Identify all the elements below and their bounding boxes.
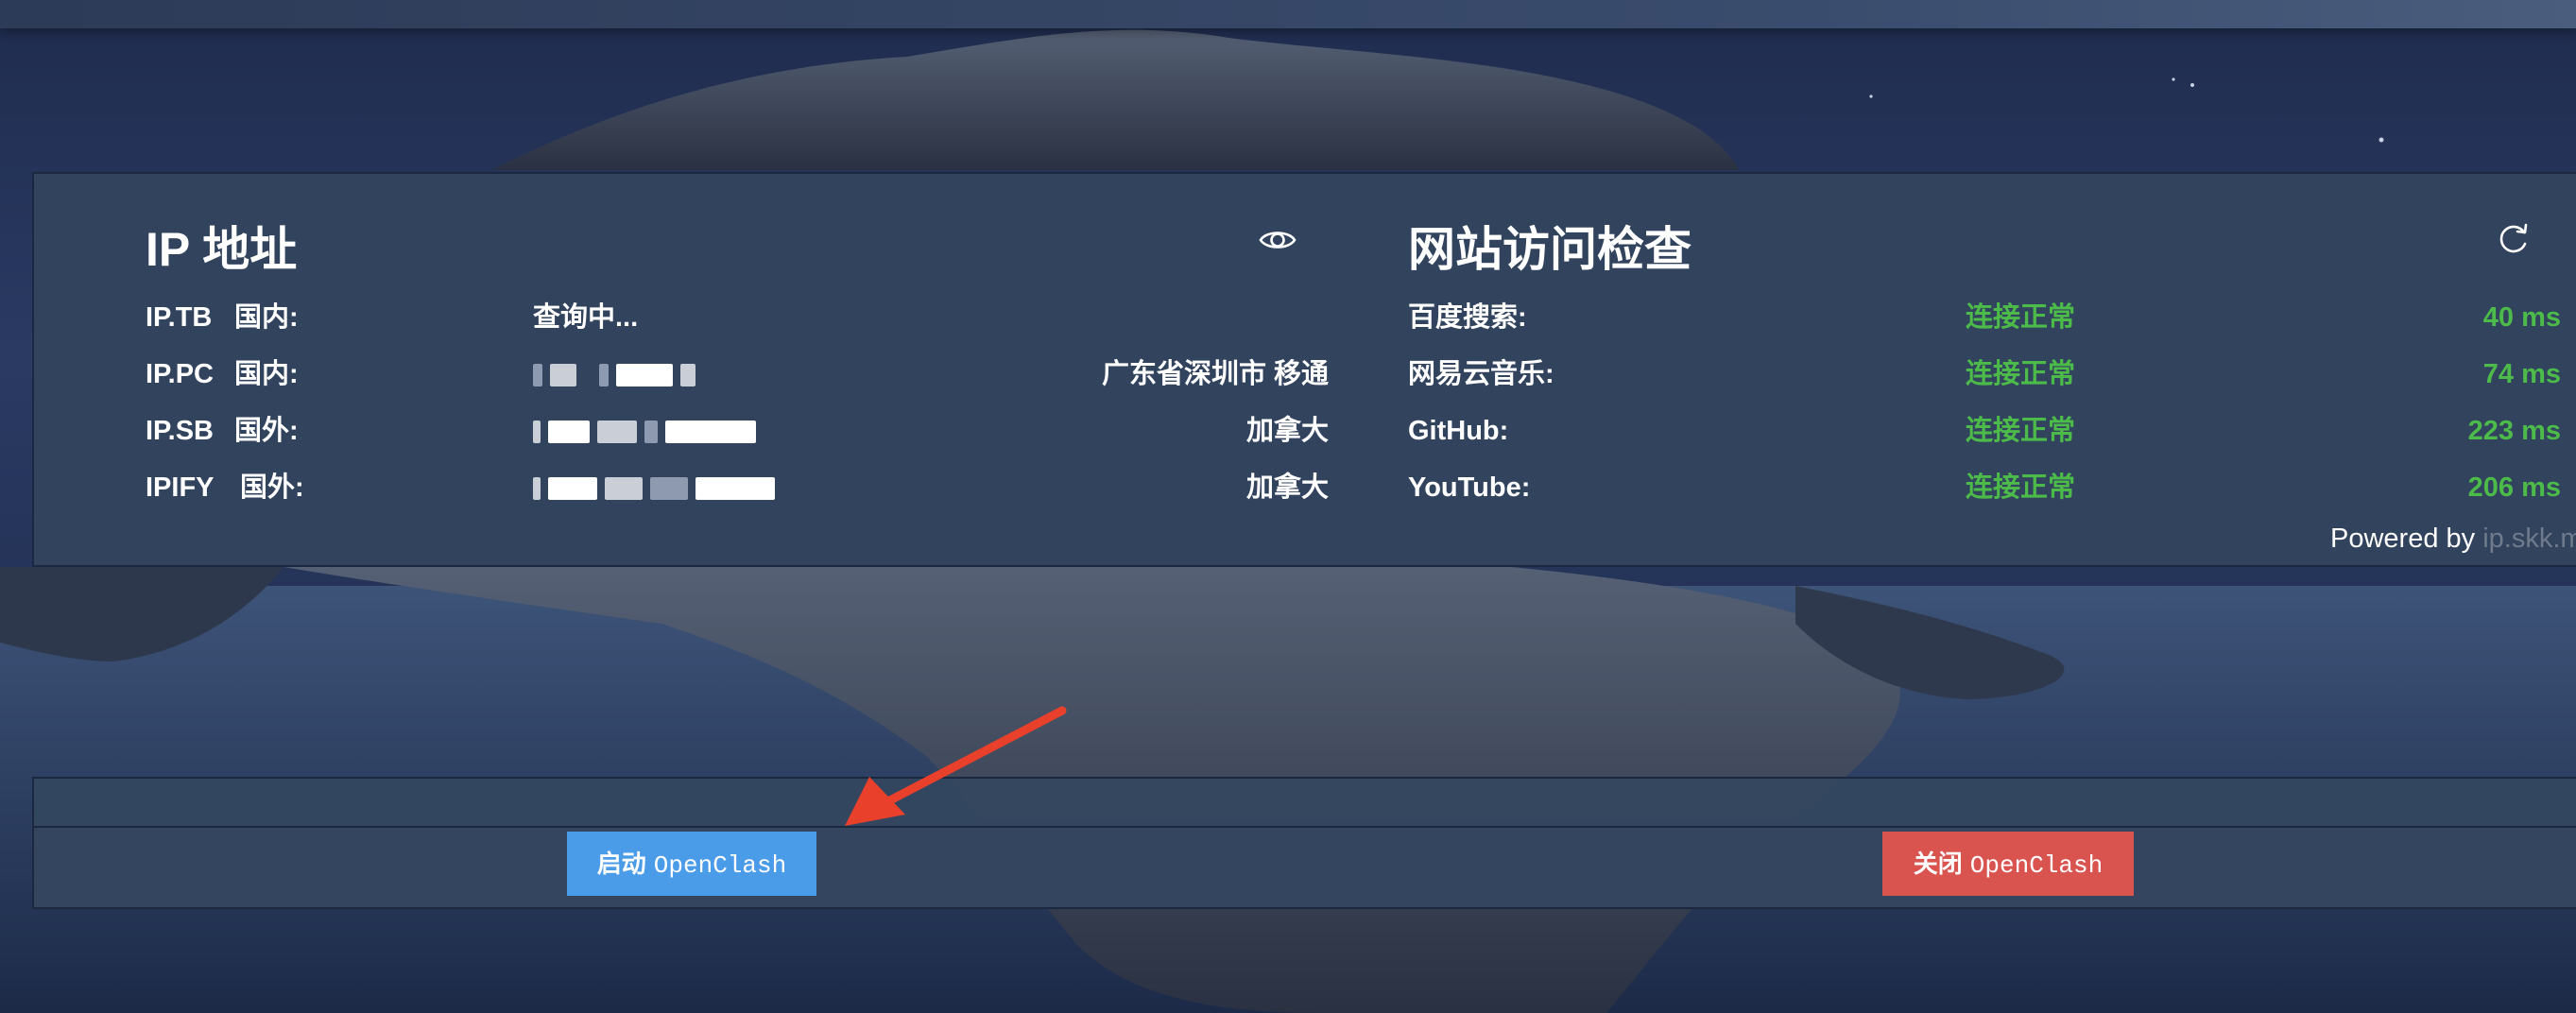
stop-openclash-button[interactable]: 关闭 OpenClash xyxy=(1882,832,2134,896)
site-status: 连接正常 xyxy=(1966,359,2076,389)
site-name: GitHub: xyxy=(1408,416,1509,446)
status-panel: IP 地址 IP.TB 国内: 查询中... IP.PC 国内: 广东省深圳市 … xyxy=(32,172,2576,567)
refresh-icon[interactable] xyxy=(2495,221,2531,257)
site-row-youtube: YouTube: 连接正常 206 ms xyxy=(1408,467,2561,508)
ip-row-iptb: IP.TB 国内: 查询中... xyxy=(146,297,1329,338)
ip-address-title: IP 地址 xyxy=(146,223,298,276)
start-label: 启动 xyxy=(596,850,646,879)
site-status: 连接正常 xyxy=(1966,472,2076,503)
stop-label: 关闭 xyxy=(1913,850,1963,879)
ip-source: IP.PC xyxy=(146,359,215,389)
ip-value-redacted xyxy=(533,353,696,395)
site-name: YouTube: xyxy=(1408,472,1531,503)
eye-icon[interactable] xyxy=(1259,227,1297,253)
site-row-baidu: 百度搜索: 连接正常 40 ms xyxy=(1408,297,2561,338)
stop-app-name: OpenClash xyxy=(1969,851,2104,880)
ip-value-redacted xyxy=(533,410,757,452)
site-name: 网易云音乐: xyxy=(1408,359,1554,389)
ip-location: 加拿大 xyxy=(1245,416,1329,446)
site-latency: 206 ms xyxy=(2467,472,2561,503)
powered-by-label: Powered by xyxy=(2330,524,2476,554)
top-navigation-bar xyxy=(0,0,2576,28)
ip-row-ippc: IP.PC 国内: 广东省深圳市 移通 xyxy=(146,353,1329,395)
ip-value-redacted xyxy=(533,467,776,508)
ip-source: IPIFY xyxy=(146,472,215,503)
site-check-title: 网站访问检查 xyxy=(1408,223,1692,276)
control-panel xyxy=(32,826,2576,909)
site-latency: 74 ms xyxy=(2482,359,2561,389)
ip-row-ipsb: IP.SB 国外: 加拿大 xyxy=(146,410,1329,452)
ip-location: 加拿大 xyxy=(1245,472,1329,503)
powered-by: Powered by ip.skk.mo xyxy=(2330,520,2576,558)
ip-location: 广东省深圳市 移通 xyxy=(1101,359,1329,389)
ip-scope: 国外: xyxy=(234,416,299,446)
site-latency: 40 ms xyxy=(2482,302,2561,333)
site-status: 连接正常 xyxy=(1966,416,2076,446)
start-openclash-button[interactable]: 启动 OpenClash xyxy=(567,832,816,896)
site-status: 连接正常 xyxy=(1966,302,2076,333)
start-app-name: OpenClash xyxy=(653,851,787,880)
annotation-arrow-icon xyxy=(845,706,1067,826)
site-row-github: GitHub: 连接正常 223 ms xyxy=(1408,410,2561,452)
ip-source: IP.SB xyxy=(146,416,215,446)
ip-value: 查询中... xyxy=(533,302,639,333)
ip-scope: 国内: xyxy=(234,302,299,333)
site-latency: 223 ms xyxy=(2467,416,2561,446)
ip-row-ipify: IPIFY 国外: 加拿大 xyxy=(146,467,1329,508)
powered-by-link[interactable]: ip.skk.mo xyxy=(2482,524,2576,554)
ip-scope: 国外: xyxy=(240,472,304,503)
site-row-netease-music: 网易云音乐: 连接正常 74 ms xyxy=(1408,353,2561,395)
ip-scope: 国内: xyxy=(234,359,299,389)
site-name: 百度搜索: xyxy=(1408,302,1527,333)
ip-source: IP.TB xyxy=(146,302,213,333)
control-header-strip xyxy=(32,777,2576,826)
